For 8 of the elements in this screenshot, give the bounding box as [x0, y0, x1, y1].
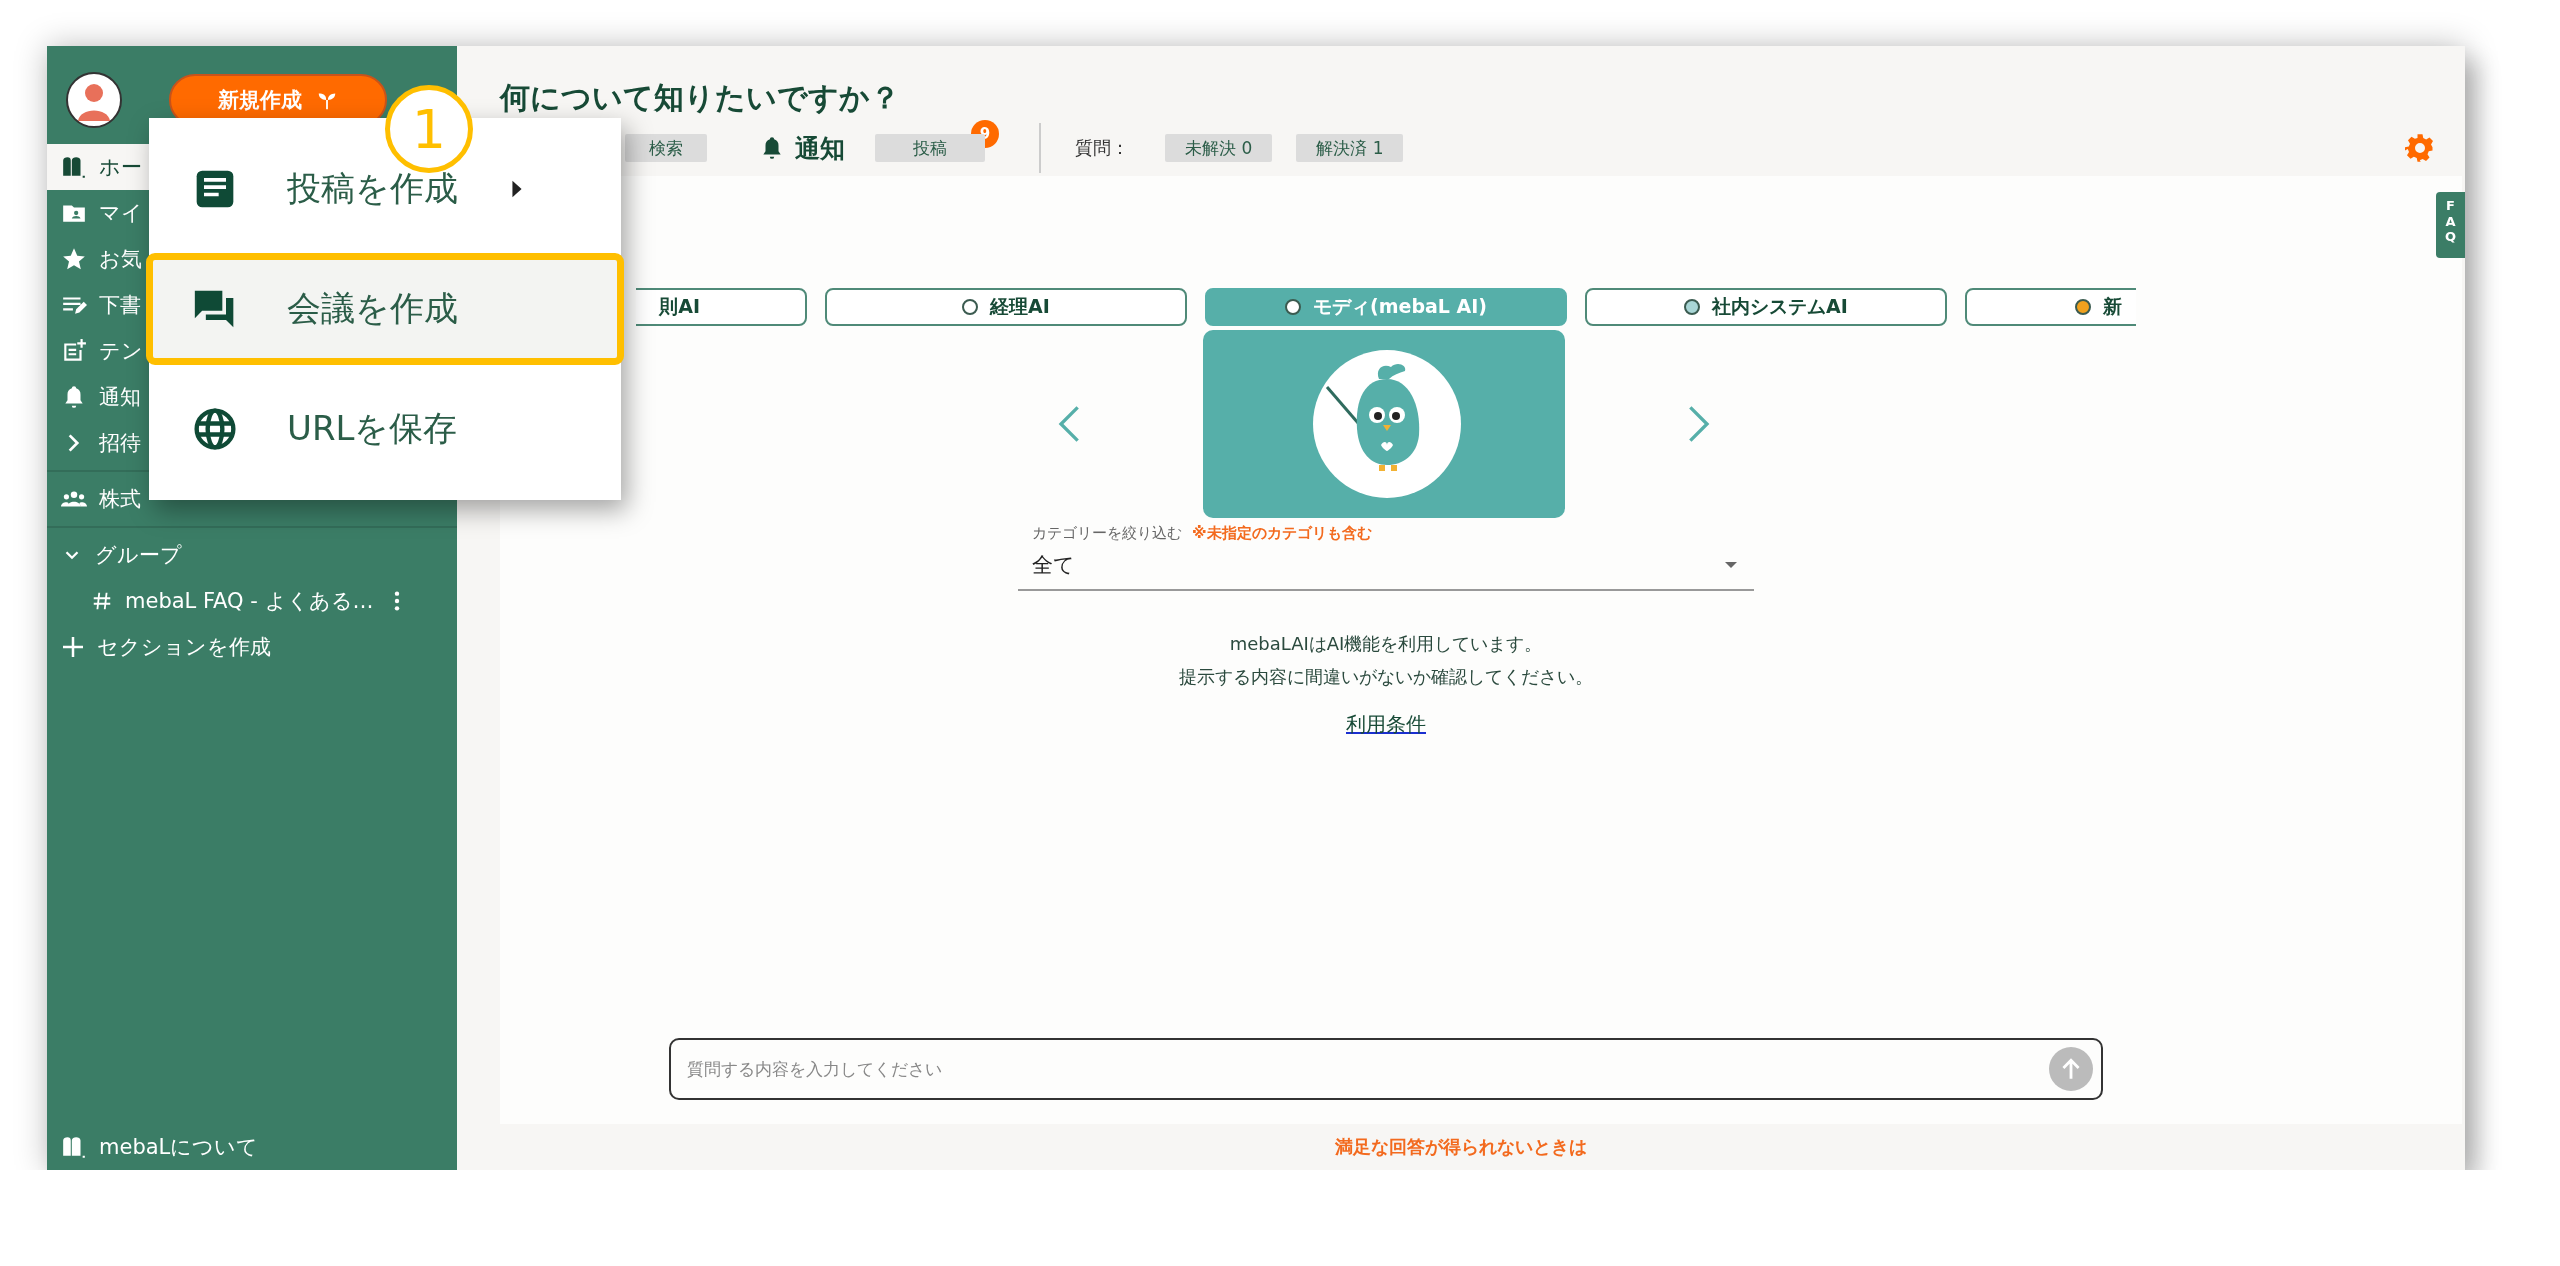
select-note: ※未指定のカテゴリも含む — [1192, 524, 1372, 543]
notice-text: 提示する内容に間違いがないか確認してください。 — [1179, 665, 1593, 689]
select-value: 全て — [1032, 552, 1075, 579]
notice-text: mebaLAIはAI機能を利用しています。 — [1228, 632, 1544, 656]
question-label: 質問： — [1075, 136, 1129, 160]
page-title: 何について知りたいですか？ — [500, 80, 901, 116]
select-label: カテゴリーを絞り込む — [1032, 524, 1182, 543]
notifications-label: 通知 — [795, 132, 845, 165]
